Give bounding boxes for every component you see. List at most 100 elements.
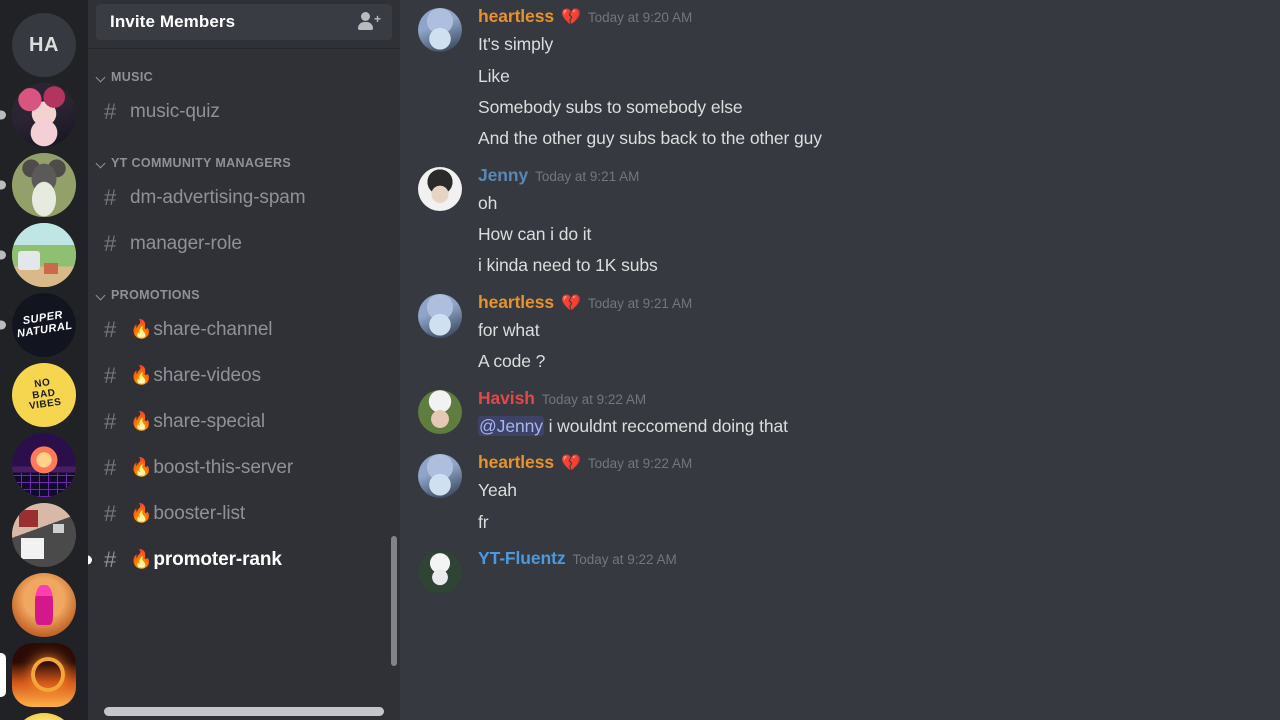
message-line: fr	[478, 511, 489, 532]
message-body: Jenny Today at 9:21 AM oh How can i do it i …	[478, 165, 1260, 282]
hash-icon: #	[104, 501, 117, 526]
home-avatar[interactable]: HA	[9, 10, 79, 80]
server-avatar-art: SUPER NATURAL	[12, 293, 76, 357]
avatar[interactable]	[418, 550, 462, 595]
message-line: How can i do it	[478, 224, 592, 245]
sidebar-channel-share-channel[interactable]: # 🔥share-channel	[96, 308, 392, 352]
channel-category-yt-community-managers[interactable]: YT COMMUNITY MANAGERS	[88, 140, 400, 174]
server-anime[interactable]	[0, 80, 79, 150]
chat-message[interactable]: heartless 💔 Today at 9:22 AM Yeah fr	[400, 442, 1280, 538]
server-avatar-text: NO BAD VIBES	[28, 377, 63, 413]
sidebar-channel-dm-advertising-spam[interactable]: # dm-advertising-spam	[96, 176, 392, 220]
channel-name-label: 🔥share-videos	[130, 365, 261, 386]
broken-heart-emoji-icon: 💔	[560, 9, 581, 26]
message-body: Havish Today at 9:22 AM @Jenny i wouldnt r…	[478, 388, 1260, 442]
message-author[interactable]: heartless	[478, 292, 554, 313]
message-author[interactable]: heartless	[478, 452, 554, 473]
channel-name-label: manager-role	[130, 233, 242, 254]
message-header: YT-Fluentz Today at 9:22 AM	[478, 548, 1260, 569]
avatar[interactable]	[418, 454, 462, 499]
server-fortnite[interactable]	[9, 570, 79, 640]
server-avatar-art	[12, 153, 76, 217]
fire-emoji-icon: 🔥	[130, 503, 153, 523]
hash-icon: #	[104, 547, 117, 572]
channel-name-label: 🔥boost-this-server	[130, 457, 294, 478]
chevron-down-icon	[96, 72, 107, 83]
server-fire[interactable]	[0, 640, 79, 710]
server-avatar-art: NO BAD VIBES	[12, 363, 76, 427]
server-landscape-icon	[12, 223, 76, 287]
server-synthwave-icon	[12, 433, 76, 497]
message-author[interactable]: YT-Fluentz	[478, 548, 566, 569]
message-header: heartless 💔 Today at 9:22 AM	[478, 452, 1260, 473]
server-avatar-art	[12, 433, 76, 497]
channel-list[interactable]: MUSIC # music-quiz YT COMMUNITY MANAGERS # dm…	[88, 48, 400, 706]
invite-members-button[interactable]: Invite Members +	[96, 4, 392, 40]
server-landscape[interactable]	[0, 220, 79, 290]
message-author[interactable]: Havish	[478, 388, 535, 409]
server-fire-icon	[12, 643, 76, 707]
server-rail[interactable]: HA SUPER NATURAL NO BAD VIBES	[0, 0, 88, 720]
message-header: heartless 💔 Today at 9:21 AM	[478, 292, 1260, 313]
sidebar-channel-share-special[interactable]: # 🔥share-special	[96, 400, 392, 444]
chat-message[interactable]: YT-Fluentz Today at 9:22 AM	[400, 538, 1280, 595]
server-supernatural[interactable]: SUPER NATURAL	[0, 290, 79, 360]
user-mention[interactable]: @Jenny	[478, 415, 544, 436]
server-gold[interactable]	[9, 710, 79, 720]
chat-message[interactable]: Havish Today at 9:22 AM @Jenny i wouldnt r…	[400, 378, 1280, 442]
avatar[interactable]	[418, 389, 462, 434]
server-avatar-art	[12, 713, 76, 720]
message-line: oh	[478, 192, 498, 213]
avatar-art	[418, 550, 462, 595]
avatar[interactable]	[418, 8, 462, 52]
message-line: Yeah	[478, 480, 517, 501]
sidebar-channel-promoter-rank[interactable]: # 🔥promoter-rank	[88, 538, 392, 582]
avatar[interactable]	[418, 166, 462, 211]
message-body: YT-Fluentz Today at 9:22 AM	[478, 548, 1260, 594]
chat-message[interactable]: Jenny Today at 9:21 AM oh How can i do it i …	[400, 155, 1280, 282]
sidebar-channel-share-videos[interactable]: # 🔥share-videos	[96, 354, 392, 398]
server-synthwave[interactable]	[9, 430, 79, 500]
server-no-bad-vibes[interactable]: NO BAD VIBES	[9, 360, 79, 430]
sidebar-channel-boost-this-server[interactable]: # 🔥boost-this-server	[96, 446, 392, 490]
server-avatar-art	[12, 83, 76, 147]
sidebar-bottom-bar[interactable]	[104, 707, 384, 716]
fire-emoji-icon: 🔥	[130, 365, 153, 385]
avatar[interactable]	[418, 293, 462, 338]
message-list[interactable]: heartless 💔 Today at 9:20 AM It's simply Lik…	[400, 0, 1280, 720]
channel-category-promotions[interactable]: PROMOTIONS	[88, 272, 400, 306]
chevron-down-icon	[96, 158, 107, 169]
server-avatar-text: SUPER NATURAL	[16, 309, 74, 341]
server-roblox-icon	[12, 503, 76, 567]
channel-sidebar: Invite Members + MUSIC # music-quiz YT COMM…	[88, 0, 400, 720]
server-no-bad-vibes-icon: NO BAD VIBES	[12, 363, 76, 427]
message-author[interactable]: Jenny	[478, 165, 528, 186]
message-header: Havish Today at 9:22 AM	[478, 388, 1260, 409]
category-label: YT COMMUNITY MANAGERS	[111, 156, 292, 170]
broken-heart-emoji-icon: 💔	[560, 455, 581, 473]
message-header: Jenny Today at 9:21 AM	[478, 165, 1260, 186]
channel-category-music[interactable]: MUSIC	[88, 54, 400, 88]
message-line: @Jenny i wouldnt reccomend doing that	[478, 415, 788, 436]
message-author[interactable]: heartless	[478, 6, 554, 27]
fire-emoji-icon: 🔥	[130, 549, 153, 569]
message-line: Like	[478, 65, 510, 86]
chat-area: heartless 💔 Today at 9:20 AM It's simply Lik…	[400, 0, 1280, 720]
server-fortnite-icon	[12, 573, 76, 637]
server-dog[interactable]	[0, 150, 79, 220]
server-avatar-art	[12, 643, 76, 707]
server-selected-indicator	[0, 653, 6, 697]
sidebar-channel-music-quiz[interactable]: # music-quiz	[96, 90, 392, 134]
server-roblox[interactable]	[9, 500, 79, 570]
fire-emoji-icon: 🔥	[130, 411, 153, 431]
chat-message[interactable]: heartless 💔 Today at 9:21 AM for what A code…	[400, 282, 1280, 378]
chat-message[interactable]: heartless 💔 Today at 9:20 AM It's simply Lik…	[400, 0, 1280, 155]
channel-name-label: music-quiz	[130, 101, 220, 122]
channel-list-scrollbar[interactable]	[391, 536, 397, 666]
message-line: It's simply	[478, 34, 554, 55]
hash-icon: #	[104, 185, 117, 210]
sidebar-channel-booster-list[interactable]: # 🔥booster-list	[96, 492, 392, 536]
server-unread-indicator	[0, 250, 6, 260]
sidebar-channel-manager-role[interactable]: # manager-role	[96, 222, 392, 266]
avatar-art	[418, 389, 462, 434]
